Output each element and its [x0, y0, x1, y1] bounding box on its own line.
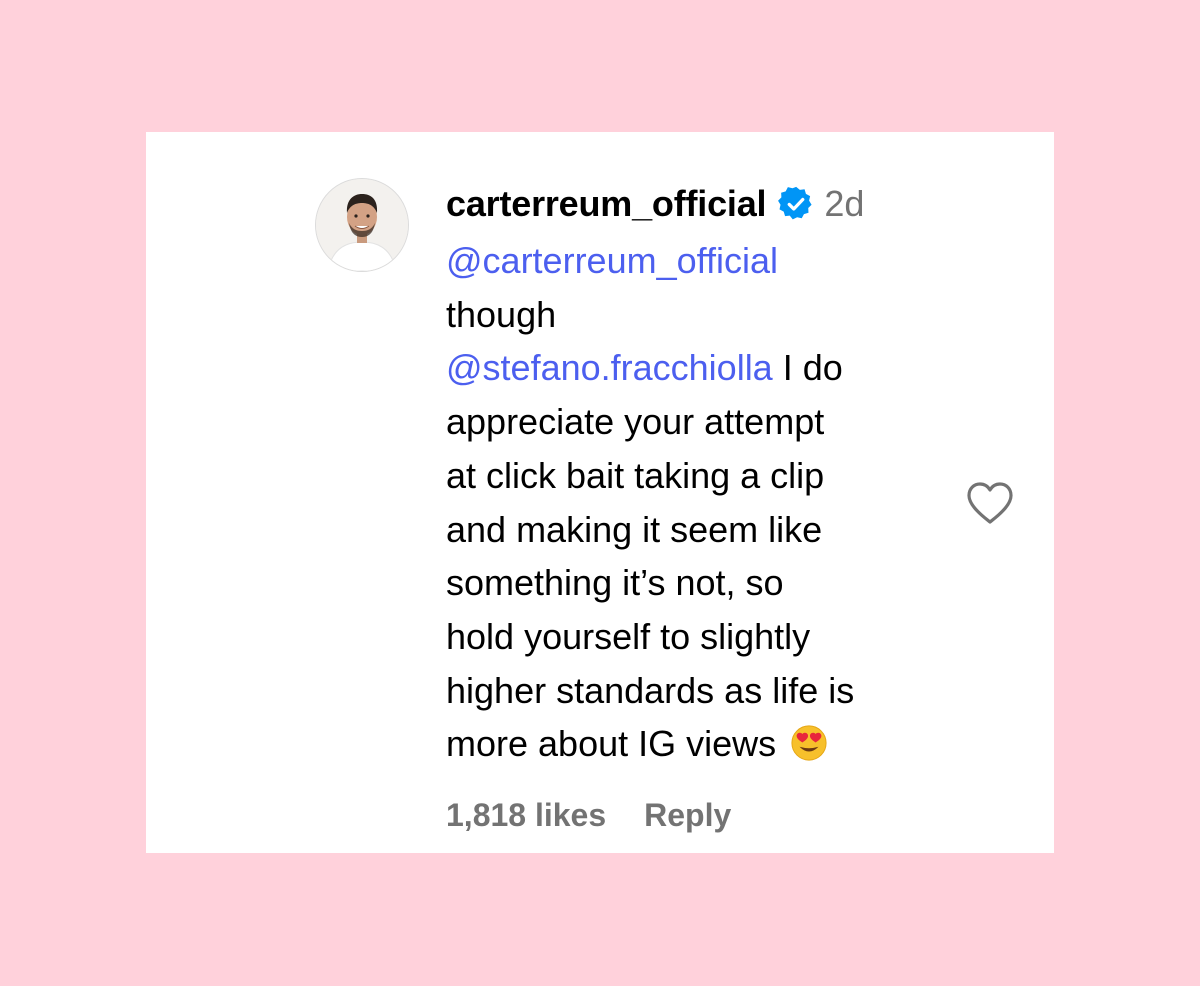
comment-line: something it’s not, so: [446, 556, 976, 610]
comment-header: carterreum_official 2d: [446, 180, 976, 228]
comment-line-text: though: [446, 293, 557, 335]
comment-line: at click bait taking a clip: [446, 449, 976, 503]
comment-line-text: at click bait taking a clip: [446, 454, 825, 496]
comment-content: carterreum_official 2d @carterreum_offic…: [446, 180, 976, 771]
comment-line-text: more about IG views: [446, 723, 787, 765]
comment-line: though: [446, 288, 976, 342]
comment-line: more about IG views: [446, 717, 976, 771]
avatar[interactable]: [315, 178, 409, 272]
comment-line-text: and making it seem like: [446, 508, 823, 550]
comment-line: @carterreum_official: [446, 234, 976, 288]
comment-card: carterreum_official 2d @carterreum_offic…: [146, 132, 1054, 853]
likes-count-button[interactable]: 1,818 likes: [446, 797, 606, 834]
mention-link[interactable]: @stefano.fracchiolla: [446, 347, 773, 388]
mention-link[interactable]: @carterreum_official: [446, 240, 778, 281]
comment-timestamp[interactable]: 2d: [824, 183, 864, 225]
comment-line-text: I do: [772, 347, 843, 389]
comment-line-text: higher standards as life is: [446, 669, 855, 711]
comment-line-text: something it’s not, so: [446, 562, 784, 604]
verified-badge-icon: [778, 186, 814, 222]
comment-line-text: hold yourself to slightly: [446, 615, 811, 657]
username-link[interactable]: carterreum_official: [446, 183, 767, 225]
comment-line: @stefano.fracchiolla I do: [446, 341, 976, 395]
comment-footer: 1,818 likes Reply: [446, 797, 731, 834]
avatar-photo: [316, 179, 408, 271]
comment-line: higher standards as life is: [446, 664, 976, 718]
comment-line: appreciate your attempt: [446, 395, 976, 449]
comment-body: @carterreum_official though @stefano.fra…: [446, 234, 976, 771]
like-heart-icon[interactable]: [965, 480, 1015, 526]
comment-line: hold yourself to slightly: [446, 610, 976, 664]
comment-line-text: appreciate your attempt: [446, 401, 825, 443]
comment-line: and making it seem like: [446, 503, 976, 557]
heart-eyes-emoji-icon: [790, 723, 828, 761]
reply-button[interactable]: Reply: [644, 797, 731, 834]
